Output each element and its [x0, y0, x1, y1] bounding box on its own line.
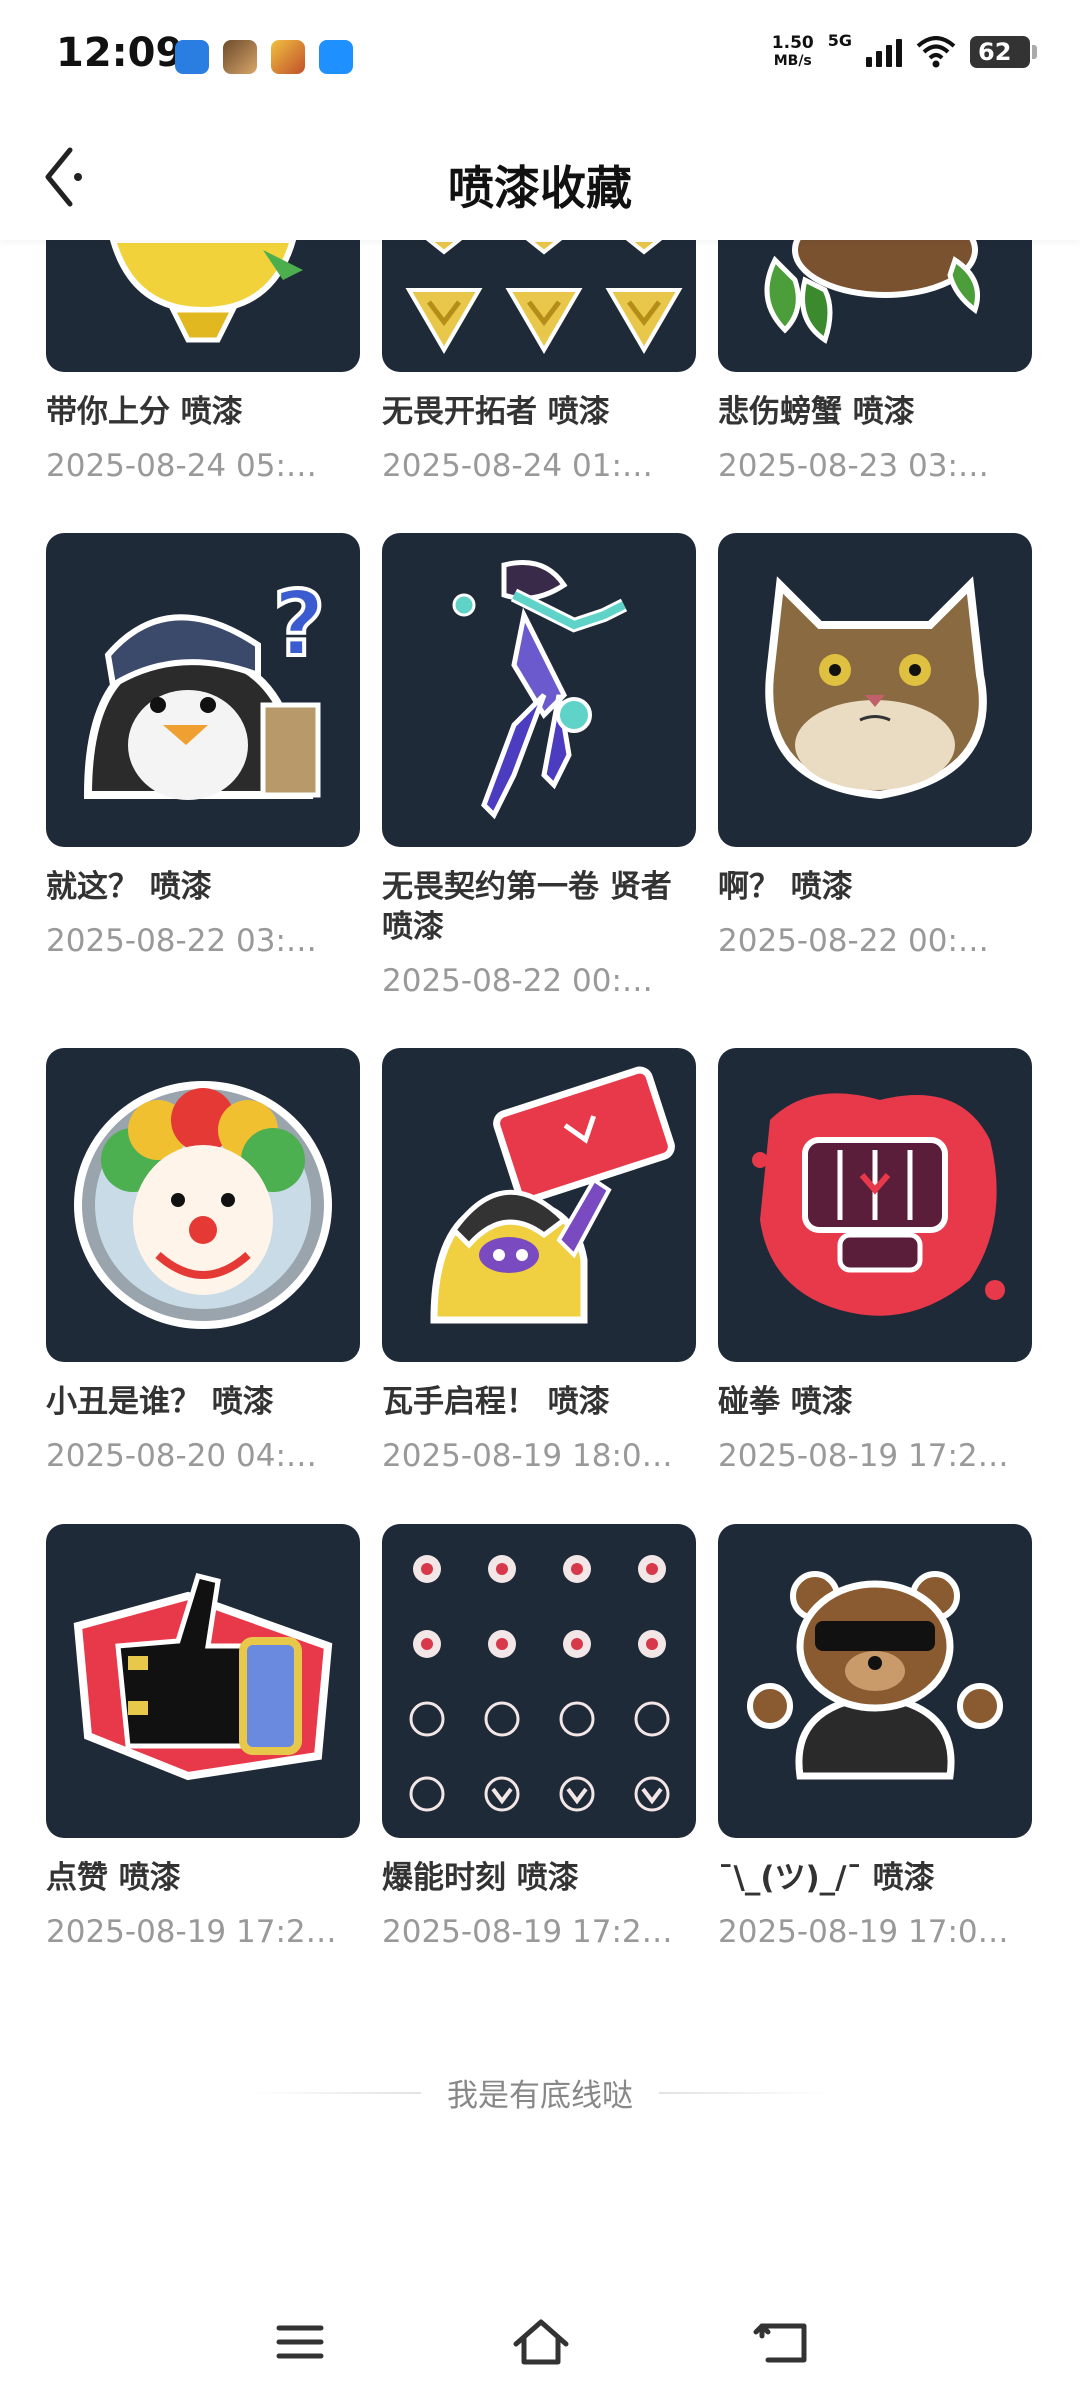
spray-card[interactable]: ¯\_(ツ)_/¯ 喷漆 2025-08-19 17:0… [718, 1524, 1032, 1952]
spray-date: 2025-08-24 05:… [46, 448, 317, 484]
page-title: 喷漆收藏 [448, 161, 632, 215]
net-speed: 1.50 MB/s [772, 34, 814, 70]
spray-thumbnail[interactable] [718, 533, 1032, 847]
spray-name: 点赞 喷漆 [46, 1860, 181, 1896]
spray-name: 无畏契约第一卷 贤者 喷漆 [382, 869, 672, 945]
sage-agent-art [452, 560, 628, 820]
home-button[interactable] [506, 2312, 576, 2372]
spray-thumbnail[interactable] [382, 533, 696, 847]
spray-name: 悲伤螃蟹 喷漆 [718, 394, 915, 430]
yellow-creature-art [109, 240, 303, 343]
blue-app-icon [319, 40, 353, 74]
spray-card[interactable]: 啊？ 喷漆 2025-08-22 00:… [718, 533, 1032, 961]
spray-card[interactable]: 悲伤螃蟹 喷漆 2025-08-23 03:… [718, 240, 1032, 486]
creature-sign-art [430, 1066, 675, 1324]
spray-date: 2025-08-23 03:… [718, 448, 989, 484]
spray-date: 2025-08-20 04:… [46, 1438, 317, 1474]
spray-thumbnail[interactable] [46, 240, 360, 372]
end-of-list-text: 我是有底线哒 [447, 2078, 633, 2114]
du-app-icon [175, 40, 209, 74]
menu-button[interactable] [265, 2312, 335, 2372]
status-bar: 12:09 1.50 MB/s 5G 62 [0, 0, 1080, 112]
spray-thumbnail[interactable] [382, 1524, 696, 1838]
title-bar: 喷漆收藏 [0, 112, 1080, 240]
spray-card[interactable]: 无畏开拓者 喷漆 2025-08-24 01:… [382, 240, 696, 486]
divider-right [659, 2091, 829, 2094]
spray-date: 2025-08-19 17:2… [718, 1438, 1009, 1474]
network-type: 5G [827, 30, 852, 50]
spray-name: 啊？ 喷漆 [718, 869, 853, 905]
icon-pattern-art [409, 1555, 670, 1812]
menu-icon [276, 2325, 324, 2359]
spray-name: 无畏开拓者 喷漆 [382, 394, 610, 430]
spray-date: 2025-08-22 00:… [718, 923, 989, 959]
back-nav-button[interactable] [748, 2312, 818, 2372]
spray-date: 2025-08-19 17:2… [46, 1914, 337, 1950]
status-right: 1.50 MB/s 5G 62 [772, 30, 1037, 70]
game-app-icon-2 [271, 40, 305, 74]
spray-thumbnail[interactable] [718, 240, 1032, 372]
spray-thumbnail[interactable] [718, 1524, 1032, 1838]
spray-card[interactable]: 带你上分 喷漆 2025-08-24 05:… [46, 240, 360, 486]
divider-left [251, 2091, 421, 2094]
confused-cat-art [765, 576, 987, 800]
gold-badges-art [405, 240, 683, 354]
spray-card[interactable]: 瓦手启程！ 喷漆 2025-08-19 18:0… [382, 1048, 696, 1476]
battery-level: 62 [978, 38, 1012, 66]
spray-card[interactable]: 小丑是谁？ 喷漆 2025-08-20 04:… [46, 1048, 360, 1476]
wifi-icon [916, 36, 956, 68]
spray-date: 2025-08-19 17:2… [382, 1914, 673, 1950]
status-time: 12:09 [56, 30, 184, 76]
spray-name: 瓦手启程！ 喷漆 [382, 1384, 610, 1420]
game-app-icon-1 [223, 40, 257, 74]
spray-card[interactable]: 碰拳 喷漆 2025-08-19 17:2… [718, 1048, 1032, 1476]
net-speed-value: 1.50 [771, 33, 814, 53]
spray-date: 2025-08-19 17:0… [718, 1914, 1009, 1950]
fist-bump-art [752, 1093, 1005, 1316]
spray-card[interactable]: 爆能时刻 喷漆 2025-08-19 17:2… [382, 1524, 696, 1952]
spray-name: 就这？ 喷漆 [46, 869, 212, 905]
notification-icons [175, 40, 353, 74]
spray-name: 爆能时刻 喷漆 [382, 1860, 579, 1896]
back-icon [753, 2323, 807, 2363]
spray-thumbnail[interactable]: ? [46, 533, 360, 847]
net-speed-unit: MB/s [773, 53, 812, 69]
spray-name: 小丑是谁？ 喷漆 [46, 1384, 274, 1420]
thumbs-up-art [73, 1572, 333, 1781]
spray-date: 2025-08-24 01:… [382, 448, 653, 484]
spray-date: 2025-08-22 00:… [382, 963, 653, 999]
spray-thumbnail[interactable] [46, 1524, 360, 1838]
system-nav-bar [0, 2290, 1080, 2400]
spray-card[interactable]: 点赞 喷漆 2025-08-19 17:2… [46, 1524, 360, 1952]
spray-thumbnail[interactable] [382, 240, 696, 372]
battery-icon: 62 [970, 36, 1037, 68]
end-of-list: 我是有底线哒 [0, 2070, 1080, 2115]
clown-mirror-art [74, 1081, 332, 1329]
spray-date: 2025-08-19 18:0… [382, 1438, 673, 1474]
spray-name: ¯\_(ツ)_/¯ 喷漆 [718, 1860, 935, 1896]
spray-card[interactable]: ? 就这？ 喷漆 2025-08-22 03:… [46, 533, 360, 961]
spray-thumbnail[interactable] [718, 1048, 1032, 1362]
spray-thumbnail[interactable] [46, 1048, 360, 1362]
home-icon [513, 2319, 569, 2365]
spray-name: 碰拳 喷漆 [718, 1384, 853, 1420]
spray-thumbnail[interactable] [382, 1048, 696, 1362]
spray-date: 2025-08-22 03:… [46, 923, 317, 959]
shrug-bear-art [747, 1571, 1003, 1780]
signal-icon [866, 37, 902, 67]
green-crab-art [764, 240, 980, 344]
spray-name: 带你上分 喷漆 [46, 394, 243, 430]
spray-card[interactable]: 无畏契约第一卷 贤者 喷漆 2025-08-22 00:… [382, 533, 696, 1001]
svg-text:?: ? [273, 572, 325, 677]
penguin-question-art: ? [83, 570, 327, 800]
